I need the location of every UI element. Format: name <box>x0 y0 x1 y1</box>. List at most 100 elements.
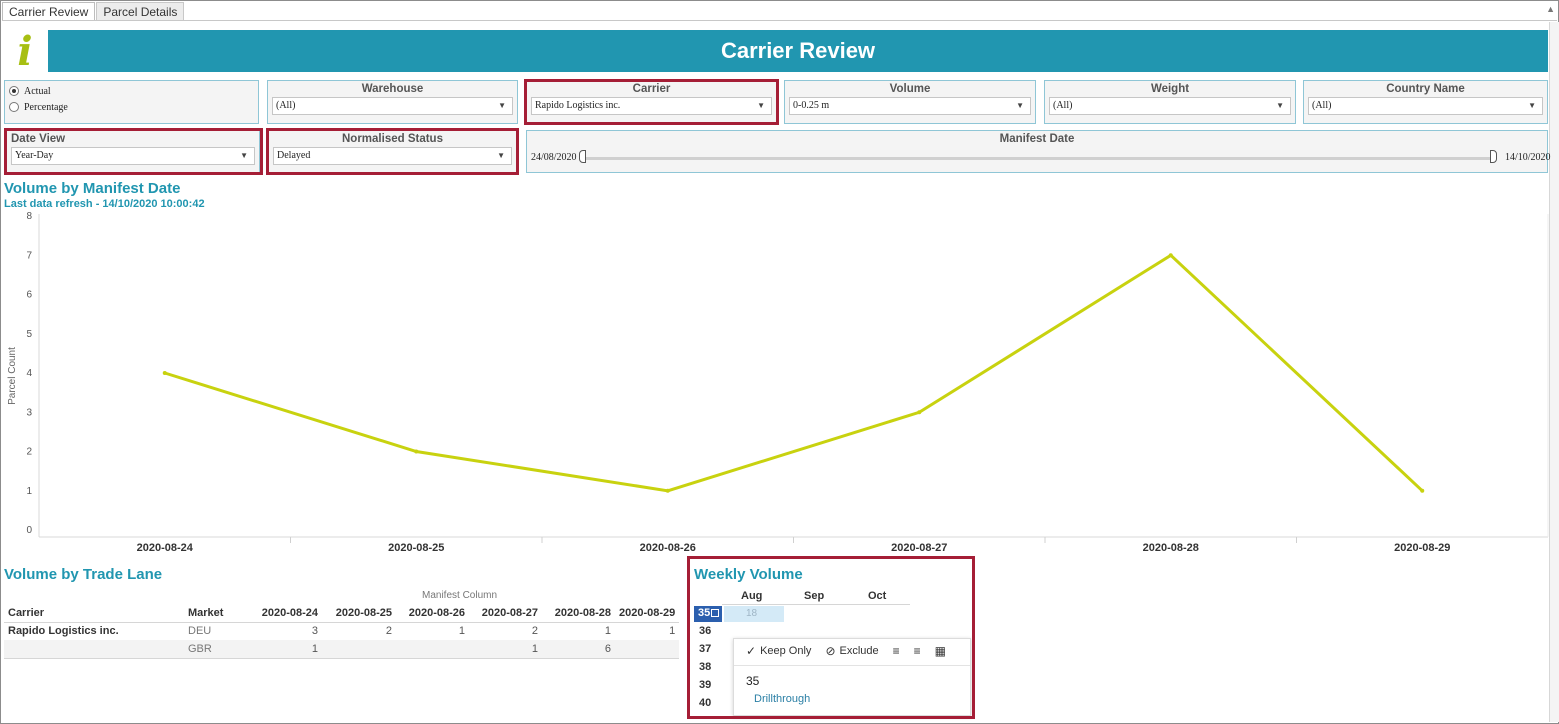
cell-carrier: Rapido Logistics inc. <box>8 625 119 638</box>
x-tick-label: 2020-08-26 <box>640 542 696 554</box>
cell-value[interactable]: 3 <box>248 622 322 640</box>
data-point[interactable] <box>917 410 922 415</box>
volume-dropdown[interactable]: 0-0.25 m ▼ <box>789 97 1031 115</box>
data-point[interactable] <box>665 488 670 493</box>
x-tick-label: 2020-08-28 <box>1143 542 1199 554</box>
warehouse-dropdown-value: (All) <box>276 100 296 111</box>
cell-value[interactable]: 2 <box>469 622 542 640</box>
y-tick-label: 8 <box>26 212 32 222</box>
country-dropdown-value: (All) <box>1312 100 1332 111</box>
col-date: 2020-08-26 <box>408 606 465 619</box>
x-tick-labels: 2020-08-24 2020-08-25 2020-08-26 2020-08-27… <box>137 542 1451 554</box>
x-tick-label: 2020-08-25 <box>388 542 444 554</box>
volume-line-chart: 0 1 2 3 4 5 6 7 8 2020-08-24 2020-08-25 2020-08-26… <box>7 212 1549 554</box>
manifest-date-slider-track[interactable] <box>583 157 1495 160</box>
cell-market: DEU <box>188 625 212 638</box>
cell-value[interactable]: 1 <box>248 640 322 658</box>
cell-value[interactable]: 1 <box>615 622 679 640</box>
weight-filter: Weight (All) ▼ <box>1044 80 1296 124</box>
y-tick-label: 0 <box>26 525 32 536</box>
page-title: Carrier Review <box>48 30 1548 72</box>
tab-divider <box>2 20 1557 21</box>
table-header-row: Carrier Market 2020-08-24 2020-08-25 202… <box>4 604 680 622</box>
weight-dropdown[interactable]: (All) ▼ <box>1049 97 1291 115</box>
trade-lane-title: Volume by Trade Lane <box>4 566 163 583</box>
col-carrier: Carrier <box>8 606 45 619</box>
trade-lane-table: Carrier Market 2020-08-24 2020-08-25 202… <box>4 604 680 659</box>
weight-dropdown-value: (All) <box>1053 100 1073 111</box>
country-dropdown[interactable]: (All) ▼ <box>1308 97 1543 115</box>
y-tick-label: 1 <box>26 486 32 497</box>
scroll-up-icon[interactable]: ▲ <box>1546 4 1555 14</box>
y-tick-label: 4 <box>26 368 32 379</box>
slider-start-handle[interactable] <box>579 150 586 163</box>
slider-end-handle[interactable] <box>1490 150 1497 163</box>
chevron-down-icon[interactable]: ▼ <box>498 98 506 114</box>
cell-value[interactable] <box>322 640 396 658</box>
sheet-tabs: Carrier Review Parcel Details <box>2 2 185 21</box>
cell-value[interactable]: 6 <box>542 640 615 658</box>
cell-value[interactable]: 1 <box>542 622 615 640</box>
cell-value[interactable]: 1 <box>469 640 542 658</box>
x-tick-label: 2020-08-29 <box>1394 542 1450 554</box>
volume-chart-title: Volume by Manifest Date <box>4 180 181 197</box>
table-row[interactable]: Rapido Logistics inc. DEU 3 2 1 2 1 1 <box>4 622 679 640</box>
chevron-down-icon[interactable]: ▼ <box>1016 98 1024 114</box>
radio-percentage-icon[interactable] <box>9 102 19 112</box>
data-refresh-label: Last data refresh - 14/10/2020 10:00:42 <box>4 198 205 210</box>
date-view-highlight <box>4 128 263 175</box>
chevron-down-icon[interactable]: ▼ <box>1276 98 1284 114</box>
manifest-date-filter: Manifest Date 24/08/2020 14/10/2020 <box>526 130 1551 173</box>
col-date: 2020-08-25 <box>335 606 392 619</box>
cell-value[interactable]: 2 <box>322 622 396 640</box>
manifest-date-filter-title: Manifest Date <box>999 133 1075 145</box>
country-filter-title: Country Name <box>1386 83 1465 95</box>
carrier-highlight <box>524 79 779 125</box>
measure-radio-group: Actual Percentage <box>4 80 259 124</box>
data-point[interactable] <box>162 371 167 375</box>
weight-filter-title: Weight <box>1150 83 1190 95</box>
country-filter: Country Name (All) ▼ <box>1303 80 1548 124</box>
volume-filter-title: Volume <box>889 83 931 95</box>
data-point[interactable] <box>1168 253 1173 258</box>
cell-value[interactable]: 1 <box>396 622 469 640</box>
series-line[interactable] <box>164 253 1424 493</box>
table-row[interactable]: GBR 1 1 6 <box>4 640 680 658</box>
radio-percentage-label: Percentage <box>24 101 68 113</box>
volume-dropdown-value: 0-0.25 m <box>793 100 830 111</box>
cell-value[interactable] <box>396 640 469 658</box>
y-tick-label: 2 <box>26 447 32 458</box>
warehouse-dropdown[interactable]: (All) ▼ <box>272 97 513 115</box>
normalised-status-highlight <box>266 128 519 175</box>
radio-actual-label: Actual <box>24 85 51 97</box>
radio-percentage[interactable]: Percentage <box>9 99 258 115</box>
data-point[interactable] <box>414 449 419 454</box>
col-date: 2020-08-28 <box>554 606 611 619</box>
cell-market: GBR <box>188 642 212 655</box>
y-tick-labels: 0 1 2 3 4 5 6 7 8 <box>26 212 32 536</box>
manifest-date-end: 14/10/2020 <box>1505 152 1551 163</box>
col-date: 2020-08-24 <box>261 606 318 619</box>
y-tick-label: 6 <box>26 290 32 301</box>
y-tick-label: 7 <box>26 250 32 261</box>
tab-parcel-details[interactable]: Parcel Details <box>96 2 185 21</box>
col-date: 2020-08-27 <box>481 606 538 619</box>
data-points <box>162 253 1425 493</box>
cell-value[interactable] <box>615 640 679 658</box>
chevron-down-icon[interactable]: ▼ <box>1528 98 1536 114</box>
volume-filter: Volume 0-0.25 m ▼ <box>784 80 1036 124</box>
y-tick-label: 5 <box>26 329 32 340</box>
manifest-column-label: Manifest Column <box>422 590 498 601</box>
radio-actual[interactable]: Actual <box>9 83 258 99</box>
y-axis-label: Parcel Count <box>7 347 18 405</box>
cell-carrier <box>4 640 184 658</box>
info-logo-icon: i <box>17 28 33 75</box>
warehouse-filter: Warehouse (All) ▼ <box>267 80 518 124</box>
weekly-highlight <box>687 556 975 719</box>
data-point[interactable] <box>1420 488 1425 493</box>
radio-actual-icon[interactable] <box>9 86 19 96</box>
tab-carrier-review[interactable]: Carrier Review <box>2 2 96 21</box>
col-market: Market <box>188 606 224 619</box>
x-tick-label: 2020-08-24 <box>137 542 194 554</box>
col-date: 2020-08-29 <box>619 606 676 619</box>
